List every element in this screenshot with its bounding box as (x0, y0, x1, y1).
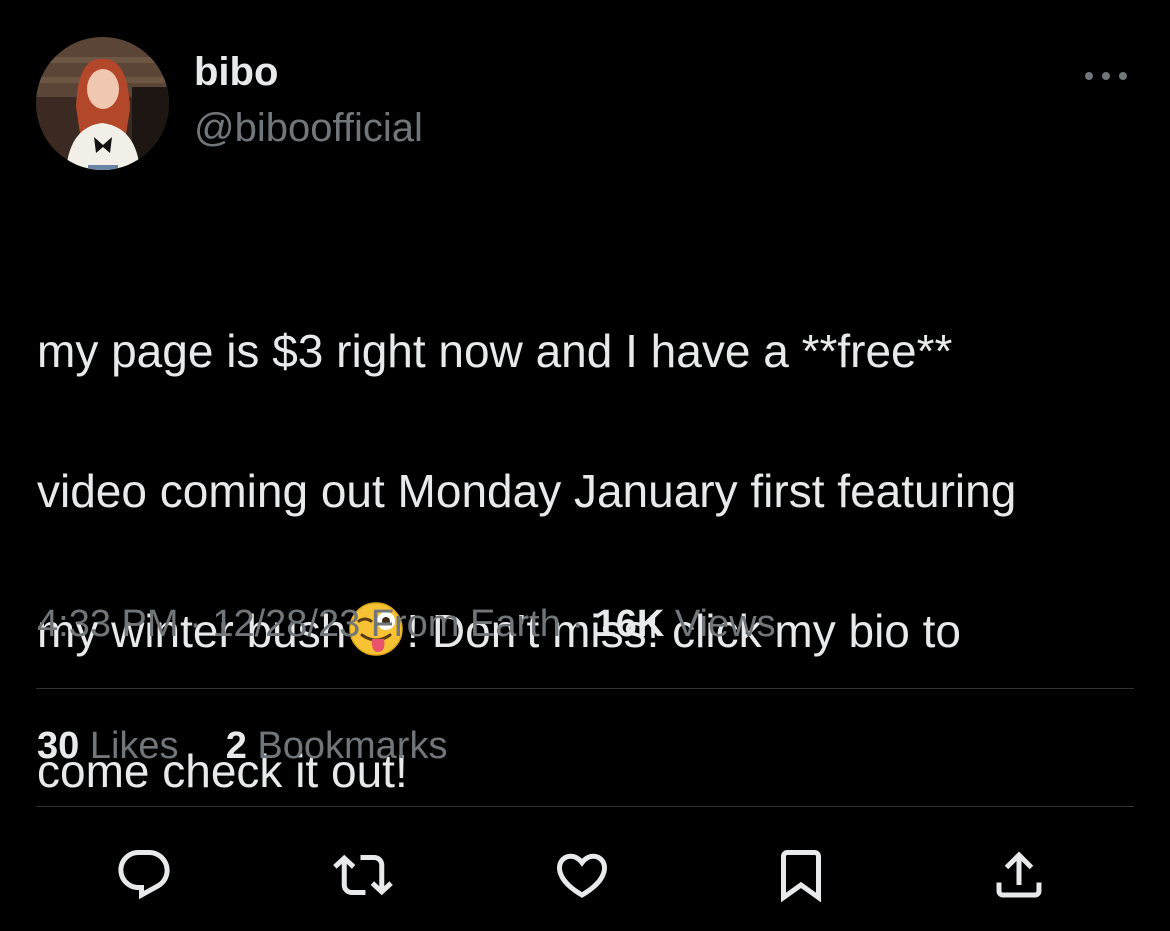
bookmark-icon (781, 850, 821, 903)
like-button[interactable] (547, 840, 617, 910)
reply-button[interactable] (109, 840, 179, 910)
like-icon (556, 853, 608, 898)
bookmarks-label: Bookmarks (246, 725, 448, 767)
views-count[interactable]: 16K (595, 603, 665, 645)
share-button[interactable] (984, 840, 1054, 910)
views-label: Views (664, 603, 776, 645)
meta-separator: · (178, 603, 213, 645)
display-name[interactable]: bibo (194, 50, 278, 95)
retweet-button[interactable] (328, 840, 398, 910)
user-handle[interactable]: @biboofficial (194, 106, 423, 151)
engagement-stats: 30 Likes 2 Bookmarks (37, 725, 447, 768)
bookmark-button[interactable] (766, 840, 836, 910)
tweet-meta: 4:33 PM · 12/28/23 From Earth · 16K View… (37, 603, 776, 646)
likes-stat[interactable]: 30 Likes (37, 725, 179, 767)
avatar[interactable] (36, 37, 169, 170)
likes-label: Likes (79, 725, 179, 767)
action-bar (0, 840, 1170, 910)
meta-separator: · (560, 603, 595, 645)
reply-icon (118, 850, 170, 900)
likes-count: 30 (37, 725, 80, 767)
divider (36, 688, 1134, 689)
tweet-line: video coming out Monday January first fe… (37, 465, 1017, 517)
tweet-line: my page is $3 right now and I have a **f… (37, 325, 953, 377)
profile-photo-icon (36, 37, 169, 170)
bookmarks-count: 2 (225, 725, 247, 767)
tweet-text: my page is $3 right now and I have a **f… (37, 246, 1147, 876)
retweet-icon (333, 854, 393, 896)
more-options-button[interactable] (1080, 58, 1132, 94)
share-icon (996, 851, 1042, 898)
tweet-source: From Earth (360, 603, 561, 645)
bookmarks-stat[interactable]: 2 Bookmarks (226, 725, 448, 767)
tweet-time[interactable]: 4:33 PM (37, 603, 179, 645)
tweet-date[interactable]: 12/28/23 (212, 603, 360, 645)
more-horizontal-icon (1085, 72, 1127, 80)
divider (36, 806, 1134, 807)
